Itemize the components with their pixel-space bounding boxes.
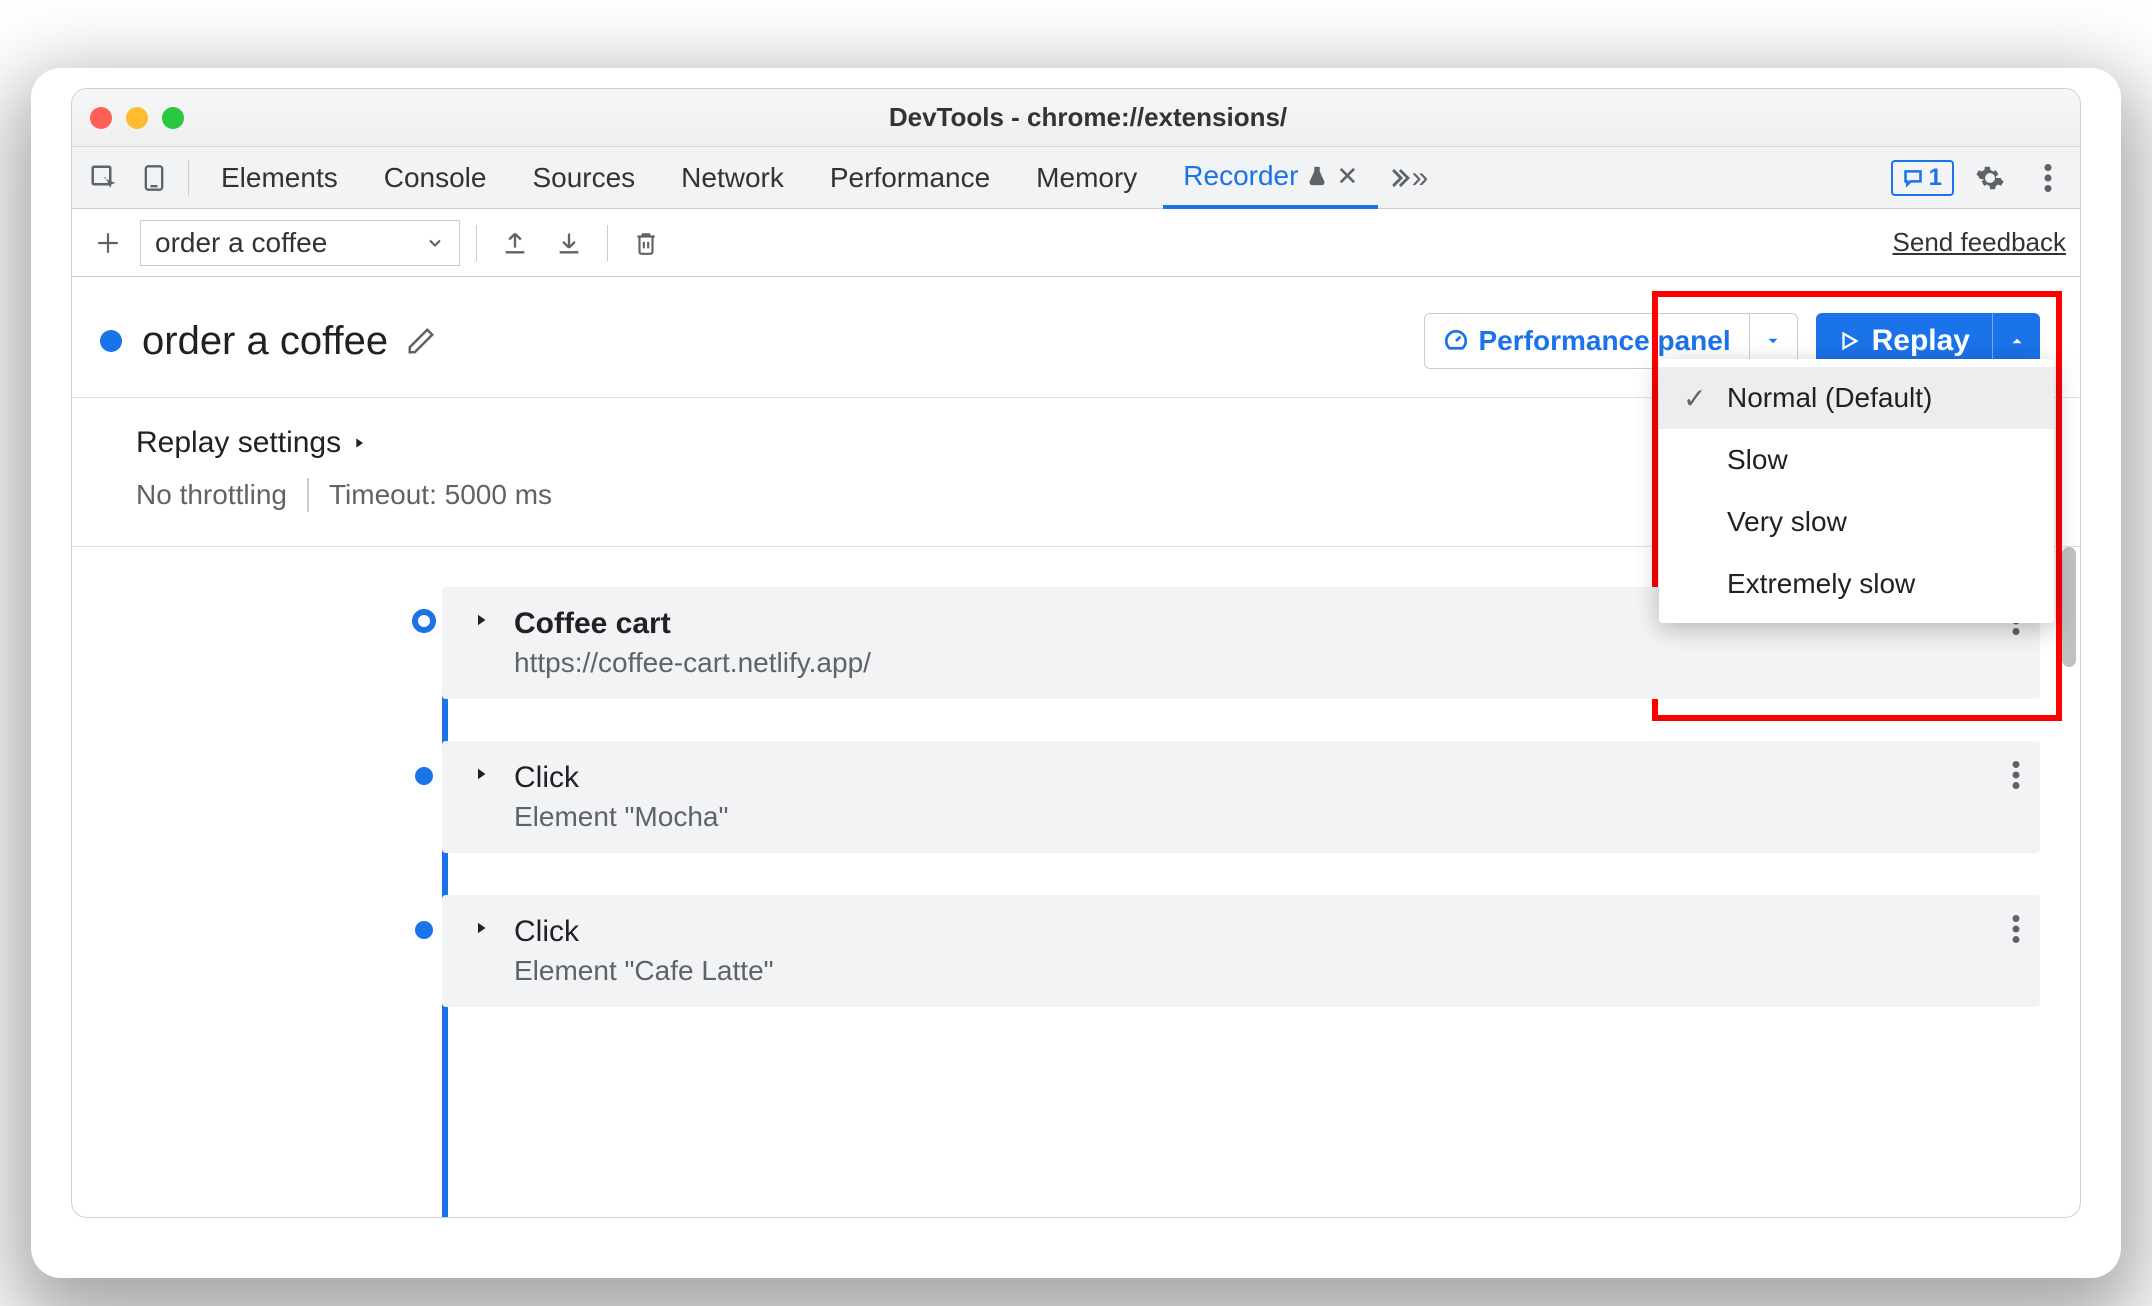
tab-console[interactable]: Console bbox=[364, 147, 507, 208]
recording-header: order a coffee Performance panel Replay bbox=[72, 277, 2080, 398]
speed-option-extremely-slow[interactable]: Extremely slow bbox=[1659, 553, 2054, 615]
caret-up-icon bbox=[2008, 332, 2026, 350]
issues-badge[interactable]: 1 bbox=[1891, 160, 1954, 196]
new-recording-button[interactable] bbox=[86, 221, 130, 265]
minimize-window-button[interactable] bbox=[126, 107, 148, 129]
step-title: Click bbox=[514, 761, 2016, 795]
step-subtitle: Element "Mocha" bbox=[514, 801, 2016, 833]
chevron-down-icon bbox=[425, 233, 445, 253]
devtools-window: DevTools - chrome://extensions/ Elements… bbox=[71, 88, 2081, 1218]
step-click-2[interactable]: Click Element "Cafe Latte" bbox=[442, 895, 2040, 1007]
window-controls bbox=[90, 107, 184, 129]
check-icon: ✓ bbox=[1683, 382, 1727, 415]
recorder-toolbar: order a coffee Send feedback bbox=[72, 209, 2080, 277]
speed-option-very-slow[interactable]: Very slow bbox=[1659, 491, 2054, 553]
expand-step-icon[interactable] bbox=[472, 765, 490, 783]
import-button[interactable] bbox=[547, 221, 591, 265]
step-click-1[interactable]: Click Element "Mocha" bbox=[442, 741, 2040, 853]
tab-network[interactable]: Network bbox=[661, 147, 804, 208]
step-subtitle: Element "Cafe Latte" bbox=[514, 955, 2016, 987]
caret-down-icon bbox=[1764, 332, 1782, 350]
timeline-marker bbox=[415, 921, 433, 939]
send-feedback-link[interactable]: Send feedback bbox=[1893, 227, 2066, 258]
kebab-menu-icon[interactable] bbox=[2026, 156, 2070, 200]
recording-status-dot bbox=[100, 330, 122, 352]
timeout-value: Timeout: 5000 ms bbox=[329, 479, 552, 511]
timeline-marker bbox=[412, 609, 436, 633]
titlebar: DevTools - chrome://extensions/ bbox=[72, 89, 2080, 147]
export-button[interactable] bbox=[493, 221, 537, 265]
chevron-right-icon bbox=[351, 435, 367, 451]
steps-timeline: Coffee cart https://coffee-cart.netlify.… bbox=[72, 547, 2080, 1217]
speed-option-normal[interactable]: ✓ Normal (Default) bbox=[1659, 367, 2054, 429]
speed-option-slow[interactable]: Slow bbox=[1659, 429, 2054, 491]
gauge-icon bbox=[1443, 328, 1469, 354]
tab-sources[interactable]: Sources bbox=[512, 147, 655, 208]
expand-step-icon[interactable] bbox=[472, 611, 490, 629]
step-menu-button[interactable] bbox=[2012, 761, 2020, 789]
close-tab-icon[interactable]: ✕ bbox=[1336, 161, 1358, 192]
devtools-tabs: Elements Console Sources Network Perform… bbox=[72, 147, 2080, 209]
expand-step-icon[interactable] bbox=[472, 919, 490, 937]
throttling-value: No throttling bbox=[136, 479, 287, 511]
scrollbar[interactable] bbox=[2062, 547, 2076, 667]
step-subtitle: https://coffee-cart.netlify.app/ bbox=[514, 647, 2016, 679]
replay-speed-menu: ✓ Normal (Default) Slow Very slow Extrem… bbox=[1659, 359, 2054, 623]
recording-name: order a coffee bbox=[142, 319, 388, 364]
step-menu-button[interactable] bbox=[2012, 915, 2020, 943]
delete-button[interactable] bbox=[624, 221, 668, 265]
more-tabs-icon[interactable]: » bbox=[1384, 156, 1428, 200]
device-toggle-icon[interactable] bbox=[132, 156, 176, 200]
maximize-window-button[interactable] bbox=[162, 107, 184, 129]
edit-name-button[interactable] bbox=[406, 326, 436, 356]
settings-icon[interactable] bbox=[1968, 156, 2012, 200]
inspect-element-icon[interactable] bbox=[82, 156, 126, 200]
tab-recorder[interactable]: Recorder ✕ bbox=[1163, 147, 1378, 209]
window-title: DevTools - chrome://extensions/ bbox=[184, 102, 1992, 133]
close-window-button[interactable] bbox=[90, 107, 112, 129]
tab-memory[interactable]: Memory bbox=[1016, 147, 1157, 208]
tab-elements[interactable]: Elements bbox=[201, 147, 358, 208]
tab-performance[interactable]: Performance bbox=[810, 147, 1010, 208]
step-title: Click bbox=[514, 915, 2016, 949]
flask-icon bbox=[1306, 165, 1328, 187]
timeline-marker bbox=[415, 767, 433, 785]
recording-select[interactable]: order a coffee bbox=[140, 220, 460, 266]
play-icon bbox=[1838, 330, 1860, 352]
message-icon bbox=[1903, 168, 1923, 188]
